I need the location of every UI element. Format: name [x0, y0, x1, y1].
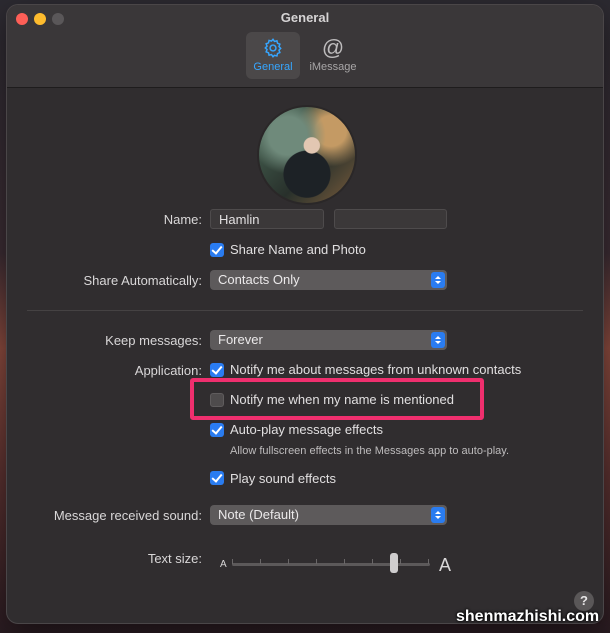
slider-tick [232, 559, 233, 564]
tab-general-label: General [253, 61, 293, 73]
toolbar: General General @ iMessage [7, 5, 603, 88]
tab-imessage[interactable]: @ iMessage [307, 32, 359, 79]
chevron-updown-icon [431, 272, 445, 288]
text-size-large-icon: A [439, 555, 452, 575]
at-sign-icon: @ [321, 35, 345, 60]
text-size-slider-knob[interactable] [390, 553, 399, 573]
text-size-label: Text size: [147, 551, 202, 566]
slider-tick [428, 559, 429, 564]
slider-tick [260, 559, 261, 564]
text-size-small-icon: A [220, 559, 227, 570]
autoplay-checkbox[interactable] [210, 423, 224, 437]
tab-general[interactable]: General [246, 32, 300, 79]
slider-tick [288, 559, 289, 564]
keep-messages-value: Forever [218, 332, 263, 347]
keep-messages-popup[interactable]: Forever [210, 330, 447, 350]
keep-messages-label: Keep messages: [105, 333, 202, 348]
autoplay-label: Auto-play message effects [230, 422, 383, 437]
autoplay-description: Allow fullscreen effects in the Messages… [230, 445, 510, 457]
first-name-field[interactable]: Hamlin [210, 209, 324, 229]
sound-popup[interactable]: Note (Default) [210, 505, 447, 525]
notify-unknown-checkbox[interactable] [210, 363, 224, 377]
chevron-updown-icon [431, 507, 445, 523]
play-sound-label: Play sound effects [230, 471, 336, 486]
application-label: Application: [134, 363, 202, 378]
share-auto-value: Contacts Only [218, 272, 300, 287]
divider [27, 310, 583, 311]
chevron-updown-icon [431, 332, 445, 348]
share-name-label: Share Name and Photo [230, 242, 366, 257]
sound-value: Note (Default) [218, 507, 299, 522]
share-auto-popup[interactable]: Contacts Only [210, 270, 447, 290]
watermark: shenmazhishi.com [456, 608, 600, 625]
last-name-field[interactable] [334, 209, 447, 229]
slider-tick [344, 559, 345, 564]
name-label: Name: [163, 212, 202, 227]
share-name-checkbox[interactable] [210, 243, 224, 257]
slider-tick [400, 559, 401, 564]
avatar[interactable] [257, 105, 357, 205]
gear-icon [246, 37, 300, 59]
tab-imessage-label: iMessage [309, 61, 357, 73]
play-sound-checkbox[interactable] [210, 471, 224, 485]
window-title: General [280, 10, 330, 25]
slider-tick [316, 559, 317, 564]
preferences-window: General General @ iMessage Name: Hamlin … [7, 5, 603, 623]
highlight-box [190, 378, 484, 420]
share-auto-label: Share Automatically: [83, 273, 202, 288]
notify-unknown-label: Notify me about messages from unknown co… [230, 362, 522, 377]
slider-tick [372, 559, 373, 564]
sound-label: Message received sound: [53, 508, 202, 523]
